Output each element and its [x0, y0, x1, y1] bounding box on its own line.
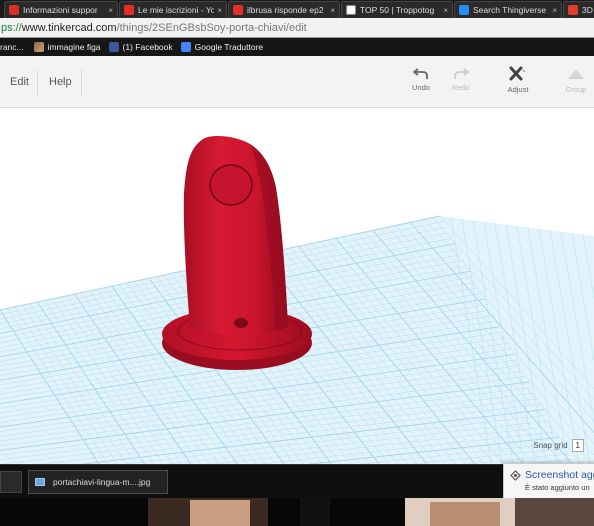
bookmark-item[interactable]: immagine figa [33, 42, 101, 52]
tab-label: ilbrusa risponde ep2 [247, 5, 324, 15]
undo-icon [413, 68, 428, 79]
workplane-viewport[interactable]: Snap grid 1 [0, 108, 594, 464]
tab-label: TOP 50 | Troppotog [360, 5, 435, 15]
toolbar-divider [81, 70, 82, 96]
image-file-icon [35, 478, 45, 486]
close-icon[interactable]: × [217, 6, 222, 15]
edit-menu[interactable]: Edit [10, 68, 29, 96]
background-photo [0, 498, 594, 526]
tinkercad-icon [568, 5, 578, 15]
screenshot-icon [510, 469, 521, 481]
adjust-label: Adjust [507, 85, 529, 94]
bookmark-label: ranc... [0, 42, 24, 52]
notification-title: Screenshot agg [510, 469, 594, 481]
gmail-icon [9, 5, 19, 15]
close-icon[interactable]: × [330, 6, 335, 15]
url-host: www.tinkercad.com [21, 21, 117, 34]
thingiverse-icon [459, 5, 469, 15]
translate-icon [180, 42, 191, 52]
bookmark-label: Google Traduttore [194, 42, 264, 52]
help-menu[interactable]: Help [49, 68, 72, 96]
browser-tab[interactable]: Le mie iscrizioni - Yo × [119, 1, 227, 18]
notification-message: È stato aggiunto un [525, 483, 590, 492]
browser-tab-strip: Informazioni suppor × Le mie iscrizioni … [0, 0, 594, 18]
bookmarks-bar: ranc... immagine figa (1) Facebook Googl… [0, 38, 594, 56]
browser-tab[interactable]: ilbrusa risponde ep2 × [228, 1, 340, 18]
image-bookmark-icon [33, 42, 44, 52]
close-icon[interactable]: × [108, 6, 113, 15]
url-scheme: ps:// [1, 21, 22, 34]
group-icon [568, 69, 584, 79]
bookmark-item[interactable]: (1) Facebook [108, 42, 173, 52]
redo-button[interactable]: Redo [441, 66, 481, 92]
app-toolbar: Edit Help Undo Redo Adjust Group [0, 56, 594, 108]
bookmark-label: (1) Facebook [122, 42, 173, 52]
youtube-icon [124, 5, 134, 15]
workplane-canvas[interactable] [0, 108, 594, 464]
close-icon[interactable]: × [552, 6, 557, 15]
adjust-icon [509, 66, 526, 81]
screenshot-notification[interactable]: Screenshot agg È stato aggiunto un [503, 463, 594, 499]
tab-label: Le mie iscrizioni - Yo [138, 5, 215, 15]
notification-title-text: Screenshot agg [525, 469, 594, 481]
redo-label: Redo [452, 83, 470, 92]
url-text[interactable]: ps://www.tinkercad.com/things/2SEnGBsbSo… [0, 22, 307, 34]
troppotogo-icon [346, 5, 356, 15]
tab-label: 3D [582, 5, 593, 15]
taskbar-item[interactable]: portachiavi-lingua-m....jpg [28, 470, 168, 494]
browser-tab[interactable]: Search Thingiverse × [454, 1, 562, 18]
url-path: /things/2SEnGBsbSoy-porta-chiavi/edit [116, 21, 307, 34]
browser-tab[interactable]: TOP 50 | Troppotog × [341, 1, 453, 18]
snap-grid-value[interactable]: 1 [571, 439, 584, 452]
taskbar-button[interactable] [0, 471, 22, 493]
group-label: Group [565, 85, 587, 94]
facebook-icon [108, 42, 119, 52]
model-keyring-hole [209, 164, 253, 206]
close-icon[interactable]: × [443, 6, 448, 15]
address-bar[interactable]: ps://www.tinkercad.com/things/2SEnGBsbSo… [0, 18, 594, 38]
browser-tab-active[interactable]: 3D [563, 1, 594, 18]
browser-tab[interactable]: Informazioni suppor × [4, 1, 118, 18]
youtube-icon [233, 5, 243, 15]
redo-icon [454, 68, 469, 79]
toolbar-divider [37, 70, 38, 96]
snap-grid-label: Snap grid [533, 441, 568, 450]
bookmark-label: immagine figa [47, 42, 101, 52]
taskbar-item-label: portachiavi-lingua-m....jpg [53, 477, 151, 487]
bookmark-item[interactable]: Google Traduttore [180, 42, 264, 52]
snap-grid-control[interactable]: Snap grid 1 [533, 439, 584, 452]
undo-button[interactable]: Undo [401, 66, 441, 92]
screen: Informazioni suppor × Le mie iscrizioni … [0, 0, 594, 526]
bookmark-item[interactable]: ranc... [0, 42, 24, 52]
adjust-button[interactable]: Adjust [498, 66, 538, 94]
model-notch [234, 318, 248, 328]
group-button[interactable]: Group [556, 66, 594, 94]
photo-strip-image [0, 498, 594, 526]
undo-label: Undo [412, 83, 430, 92]
tab-label: Search Thingiverse [473, 5, 547, 15]
tab-label: Informazioni suppor [23, 5, 98, 15]
